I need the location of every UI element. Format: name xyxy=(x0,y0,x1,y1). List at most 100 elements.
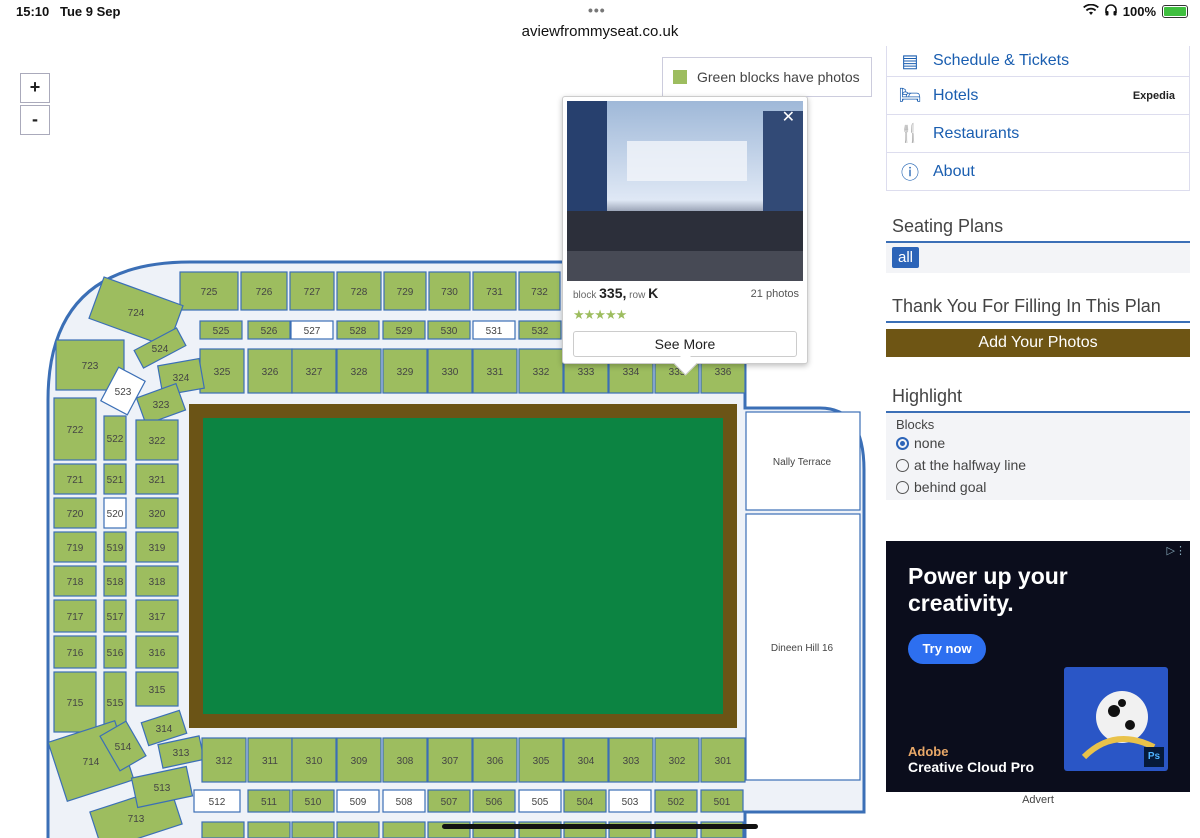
seat-block-526[interactable]: 526 xyxy=(247,320,291,340)
seat-block-518[interactable]: 518 xyxy=(103,565,127,597)
seat-block-527[interactable]: 527 xyxy=(290,320,334,340)
seat-block-728[interactable]: 728 xyxy=(336,271,382,311)
seat-block-315[interactable]: 315 xyxy=(135,671,179,707)
seat-view-photo[interactable]: ✕ xyxy=(567,101,803,281)
seat-block-732[interactable]: 732 xyxy=(518,271,561,311)
seat-block-303[interactable]: 303 xyxy=(608,737,654,783)
seat-block-322[interactable]: 322 xyxy=(135,419,179,461)
seat-block-331[interactable]: 331 xyxy=(472,348,518,394)
seat-block-partial[interactable] xyxy=(382,821,426,838)
seat-block-328[interactable]: 328 xyxy=(336,348,382,394)
seat-block-307[interactable]: 307 xyxy=(427,737,473,783)
highlight-option-none[interactable]: none xyxy=(886,432,1190,454)
seat-block-721[interactable]: 721 xyxy=(53,463,97,495)
seat-block-717[interactable]: 717 xyxy=(53,599,97,633)
seat-block-325[interactable]: 325 xyxy=(199,348,245,394)
add-photos-button[interactable]: Add Your Photos xyxy=(886,329,1190,357)
try-now-button[interactable]: Try now xyxy=(908,634,986,664)
seat-block-722[interactable]: 722 xyxy=(53,397,97,461)
seat-block-partial[interactable] xyxy=(291,821,335,838)
seat-block-528[interactable]: 528 xyxy=(336,320,380,340)
seat-block-317[interactable]: 317 xyxy=(135,599,179,633)
seat-block-330[interactable]: 330 xyxy=(427,348,473,394)
seat-block-332[interactable]: 332 xyxy=(518,348,564,394)
seat-block-304[interactable]: 304 xyxy=(563,737,609,783)
radio-button[interactable] xyxy=(896,436,909,450)
seat-block-312[interactable]: 312 xyxy=(201,737,247,783)
seat-block-716[interactable]: 716 xyxy=(53,635,97,669)
seat-block-520[interactable]: 520 xyxy=(103,497,127,529)
seat-block-508[interactable]: 508 xyxy=(382,789,426,813)
seat-block-505[interactable]: 505 xyxy=(518,789,562,813)
seat-block-727[interactable]: 727 xyxy=(289,271,335,311)
seat-block-partial[interactable] xyxy=(201,821,245,838)
seat-block-501[interactable]: 501 xyxy=(700,789,744,813)
seat-block-525[interactable]: 525 xyxy=(199,320,243,340)
seat-block-718[interactable]: 718 xyxy=(53,565,97,597)
seat-block-305[interactable]: 305 xyxy=(518,737,564,783)
ad-choices-icon[interactable]: ▷⋮ xyxy=(1167,544,1186,557)
terrace-hill16[interactable]: Dineen Hill 16 xyxy=(745,513,861,781)
seat-block-504[interactable]: 504 xyxy=(563,789,607,813)
seat-block-715[interactable]: 715 xyxy=(53,671,97,733)
seat-block-502[interactable]: 502 xyxy=(654,789,698,813)
seat-block-522[interactable]: 522 xyxy=(103,415,127,461)
photoshop-icon: Ps xyxy=(1144,747,1164,767)
seat-block-512[interactable]: 512 xyxy=(193,789,241,813)
seat-block-529[interactable]: 529 xyxy=(382,320,426,340)
seat-block-506[interactable]: 506 xyxy=(472,789,516,813)
seat-block-519[interactable]: 519 xyxy=(103,531,127,563)
seat-block-530[interactable]: 530 xyxy=(427,320,471,340)
all-plans-button[interactable]: all xyxy=(892,247,920,268)
seat-block-302[interactable]: 302 xyxy=(654,737,700,783)
seat-block-321[interactable]: 321 xyxy=(135,463,179,495)
advert-banner[interactable]: ▷⋮ Power up your creativity. Try now Ado… xyxy=(886,541,1190,792)
seat-block-316[interactable]: 316 xyxy=(135,635,179,669)
seat-block-311[interactable]: 311 xyxy=(247,737,293,783)
seat-block-511[interactable]: 511 xyxy=(247,789,291,813)
seat-block-301[interactable]: 301 xyxy=(700,737,746,783)
seat-block-527-label: 527 xyxy=(304,326,321,337)
seat-block-partial[interactable] xyxy=(247,821,291,838)
seat-block-320[interactable]: 320 xyxy=(135,497,179,529)
seat-block-308[interactable]: 308 xyxy=(382,737,428,783)
nav-schedule-tickets[interactable]: ▤ Schedule & Tickets xyxy=(886,46,1190,77)
seat-block-531[interactable]: 531 xyxy=(472,320,516,340)
seat-block-507[interactable]: 507 xyxy=(427,789,471,813)
seat-block-326[interactable]: 326 xyxy=(247,348,293,394)
seat-block-510[interactable]: 510 xyxy=(291,789,335,813)
nav-hotels[interactable]: 🛏 Hotels Expedia xyxy=(886,77,1190,115)
seat-block-521[interactable]: 521 xyxy=(103,463,127,495)
terrace-nally[interactable]: Nally Terrace xyxy=(745,411,861,511)
seat-block-532[interactable]: 532 xyxy=(518,320,562,340)
highlight-option-behind-goal[interactable]: behind goal xyxy=(886,476,1190,498)
nav-restaurants[interactable]: 🍴 Restaurants xyxy=(886,115,1190,153)
seat-block-318[interactable]: 318 xyxy=(135,565,179,597)
seat-block-319[interactable]: 319 xyxy=(135,531,179,563)
seat-block-731[interactable]: 731 xyxy=(472,271,517,311)
seat-block-509[interactable]: 509 xyxy=(336,789,380,813)
radio-button[interactable] xyxy=(896,480,909,494)
seat-block-503[interactable]: 503 xyxy=(608,789,652,813)
radio-button[interactable] xyxy=(896,458,909,472)
seat-block-310[interactable]: 310 xyxy=(291,737,337,783)
highlight-option-halfway[interactable]: at the halfway line xyxy=(886,454,1190,476)
seat-block-306[interactable]: 306 xyxy=(472,737,518,783)
seat-block-516[interactable]: 516 xyxy=(103,635,127,669)
seat-block-720[interactable]: 720 xyxy=(53,497,97,529)
zoom-in-button[interactable]: + xyxy=(20,73,50,103)
seat-block-725[interactable]: 725 xyxy=(179,271,239,311)
seat-block-329[interactable]: 329 xyxy=(382,348,428,394)
seat-block-729[interactable]: 729 xyxy=(383,271,427,311)
zoom-out-button[interactable]: - xyxy=(20,105,50,135)
seat-block-719[interactable]: 719 xyxy=(53,531,97,563)
expedia-logo[interactable]: Expedia xyxy=(1133,90,1175,102)
seat-block-726[interactable]: 726 xyxy=(240,271,288,311)
seat-block-730[interactable]: 730 xyxy=(428,271,471,311)
close-icon[interactable]: ✕ xyxy=(782,107,795,127)
seat-block-partial[interactable] xyxy=(336,821,380,838)
seat-block-309[interactable]: 309 xyxy=(336,737,382,783)
seat-block-517[interactable]: 517 xyxy=(103,599,127,633)
seat-block-327[interactable]: 327 xyxy=(291,348,337,394)
nav-about[interactable]: ⓘ About xyxy=(886,153,1190,191)
